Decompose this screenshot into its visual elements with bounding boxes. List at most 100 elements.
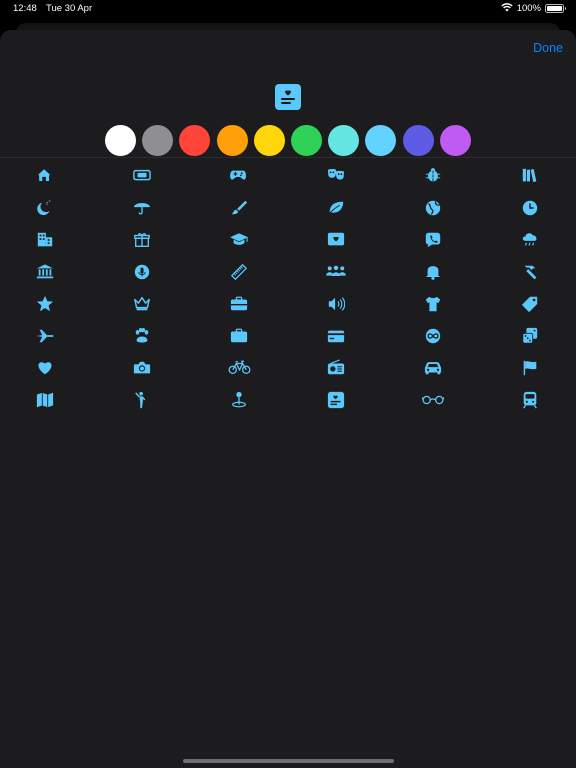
icon-option-building[interactable] [29, 228, 61, 252]
icon-option-pawprint[interactable] [126, 324, 158, 348]
divider [0, 157, 576, 158]
bank-icon [36, 264, 54, 279]
gamecontroller-icon [230, 170, 247, 180]
icon-option-flag[interactable] [514, 356, 546, 380]
icon-option-mic-circle[interactable] [126, 260, 158, 284]
color-swatch-purple[interactable] [439, 125, 471, 156]
icon-option-globe[interactable] [417, 196, 449, 220]
icon-option-car[interactable] [417, 356, 449, 380]
icon-option-pin[interactable] [223, 388, 255, 412]
icon-option-house[interactable] [29, 164, 61, 188]
icon-option-tag[interactable] [514, 292, 546, 316]
tram-icon [523, 391, 537, 409]
icon-option-heart[interactable] [29, 356, 61, 380]
icon-option-phone-bubble[interactable] [417, 228, 449, 252]
icon-option-bank[interactable] [29, 260, 61, 284]
color-swatch-indigo[interactable] [402, 125, 434, 156]
icon-option-gamecontroller[interactable] [223, 164, 255, 188]
camera-icon [133, 361, 151, 374]
map-icon [36, 392, 54, 408]
icon-option-leaf[interactable] [320, 196, 352, 220]
color-swatch-green[interactable] [291, 125, 322, 156]
figure-wave-icon [135, 391, 146, 409]
paintbrush-icon [231, 200, 248, 215]
icon-option-crown[interactable] [126, 292, 158, 316]
icon-option-eyeglasses[interactable] [417, 388, 449, 412]
icon-option-hammer[interactable] [514, 260, 546, 284]
infinity-icon [425, 328, 441, 344]
icon-option-tram[interactable] [514, 388, 546, 412]
globe-icon [425, 200, 441, 216]
icon-option-camera[interactable] [126, 356, 158, 380]
pawprint-icon [135, 327, 149, 343]
car-icon [424, 362, 442, 375]
color-swatch-orange[interactable] [216, 125, 248, 156]
color-swatch-red[interactable] [179, 125, 211, 156]
color-swatch-mint[interactable] [328, 125, 360, 156]
eyeglasses-icon [422, 395, 444, 405]
icon-option-clock[interactable] [514, 196, 546, 220]
gamecontroller-handheld-icon [133, 169, 151, 181]
icon-option-infinity[interactable] [417, 324, 449, 348]
icon-option-briefcase[interactable] [223, 324, 255, 348]
crown-icon [134, 296, 150, 311]
icon-option-gift[interactable] [126, 228, 158, 252]
color-swatch-light-blue[interactable] [365, 125, 397, 156]
icon-option-books[interactable] [514, 164, 546, 188]
icon-option-gamecontroller-handheld[interactable] [126, 164, 158, 188]
creditcard-icon [327, 330, 345, 343]
color-swatch-gray[interactable] [142, 125, 174, 156]
clock-icon [522, 200, 538, 216]
home-indicator[interactable] [183, 759, 394, 763]
icon-option-umbrella[interactable] [126, 196, 158, 220]
speaker-wave-icon [328, 297, 345, 311]
mic-circle-icon [134, 264, 150, 280]
svg-text:z: z [49, 199, 51, 203]
icon-option-heart-tv[interactable] [320, 228, 352, 252]
icon-option-comb[interactable] [223, 260, 255, 284]
heart-icon [38, 362, 52, 375]
briefcase-medical-icon [230, 296, 248, 311]
icon-option-tshirt[interactable] [417, 292, 449, 316]
color-swatch-white[interactable] [105, 125, 136, 156]
umbrella-icon [133, 203, 151, 215]
icon-option-briefcase-medical[interactable] [223, 292, 255, 316]
radio-icon [327, 359, 345, 375]
briefcase-icon [230, 328, 248, 343]
building-icon [37, 232, 53, 247]
battery-percent: 100% [516, 3, 541, 14]
icon-option-paintbrush[interactable] [223, 196, 255, 220]
pin-icon [232, 391, 246, 408]
icon-option-creditcard[interactable] [320, 324, 352, 348]
icon-option-figure-wave[interactable] [126, 388, 158, 412]
icon-option-bicycle[interactable] [223, 356, 255, 380]
theatermasks-icon [327, 169, 345, 180]
moon-zzz-icon: zz [37, 199, 51, 216]
icon-option-moon-zzz[interactable]: zz [29, 196, 61, 220]
icon-picker-sheet: Done zz [0, 30, 576, 768]
status-date: Tue 30 Apr [46, 3, 93, 14]
battery-icon [545, 4, 566, 13]
icon-option-cloud-rain[interactable] [514, 228, 546, 252]
icon-option-speaker-wave[interactable] [320, 292, 352, 316]
selected-icon-preview [275, 84, 301, 110]
icon-option-dice[interactable] [514, 324, 546, 348]
icon-option-id-card[interactable] [320, 388, 352, 412]
color-swatch-yellow[interactable] [253, 125, 285, 156]
airplane-icon [36, 329, 54, 343]
icon-option-theatermasks[interactable] [320, 164, 352, 188]
tag-icon [521, 296, 538, 313]
icon-option-star[interactable] [29, 292, 61, 316]
icon-option-radio[interactable] [320, 356, 352, 380]
status-indicators: 100% [500, 2, 566, 15]
icon-option-graduationcap[interactable] [223, 228, 255, 252]
icon-option-map[interactable] [29, 388, 61, 412]
bicycle-icon [228, 360, 250, 375]
icon-option-bell[interactable] [417, 260, 449, 284]
done-button[interactable]: Done [533, 41, 563, 55]
leaf-icon [327, 201, 344, 216]
status-time: 12:48 [13, 3, 37, 14]
icon-option-ladybug[interactable] [417, 164, 449, 188]
icon-option-airplane[interactable] [29, 324, 61, 348]
icon-option-people[interactable] [320, 260, 352, 284]
